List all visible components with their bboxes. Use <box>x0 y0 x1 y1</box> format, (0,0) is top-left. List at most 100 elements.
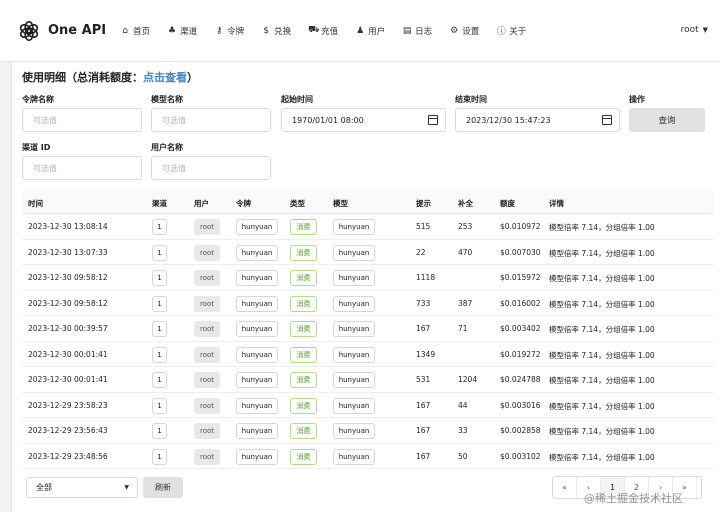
model-name-input[interactable]: 可选值 <box>151 108 271 132</box>
channel-badge: 1 <box>152 448 167 465</box>
column-header-type: 类型 <box>290 199 305 208</box>
channel-id-input[interactable]: 可选值 <box>22 156 142 180</box>
user-icon: ♟ <box>356 25 365 36</box>
nav-item-user[interactable]: ♟ 用户 <box>355 25 385 37</box>
model-badge: hunyuan <box>333 372 375 388</box>
type-badge: 消费 <box>290 270 317 286</box>
nav-item-label: 兑换 <box>274 26 292 37</box>
cell-time: 2023-12-29 23:58:23 <box>28 400 108 410</box>
model-badge: hunyuan <box>333 346 375 363</box>
model-badge: hunyuan <box>333 244 375 261</box>
nav-item-book[interactable]: ▤ 日志 <box>402 25 432 37</box>
cell-quota: $0.003402 <box>500 324 541 333</box>
type-badge: 消费 <box>290 244 317 261</box>
column-header-token: 令牌 <box>236 199 251 208</box>
cell-time: 2023-12-30 00:39:57 <box>28 324 108 333</box>
channel-badge: 1 <box>152 397 167 414</box>
gear-icon: ⚙ <box>450 25 459 36</box>
end-time-label: 结束时间 <box>455 95 487 104</box>
cell-quota: $0.003102 <box>500 451 541 461</box>
table-row: 2023-12-30 00:01:41 1 root hunyuan 消费 hunyuan… <box>22 342 714 367</box>
usage-log-table: 时间 渠道 用户 令牌 类型 模型 提示 补全 额度 详情 2023-12-30 13:08:14… <box>22 190 714 469</box>
username-label: 用户名称 <box>151 143 183 152</box>
nav-item-dollar[interactable]: $ 兑换 <box>261 25 291 37</box>
model-name-label: 模型名称 <box>151 95 183 104</box>
cell-time: 2023-12-30 09:58:12 <box>28 298 108 308</box>
dollar-icon: $ <box>263 25 269 36</box>
nav-item-gear[interactable]: ⚙ 设置 <box>449 25 479 37</box>
cell-time: 2023-12-30 00:01:41 <box>28 375 108 384</box>
channel-badge: 1 <box>152 321 167 337</box>
cell-prompt-tokens: 167 <box>416 324 431 333</box>
user-badge: root <box>194 219 220 235</box>
cell-detail: 模型倍率 7.14，分组倍率 1.00 <box>549 452 655 462</box>
query-button[interactable]: 查询 <box>629 108 705 132</box>
log-type-select[interactable]: 全部 ▼ <box>26 477 138 498</box>
token-badge: hunyuan <box>236 448 278 465</box>
token-badge: hunyuan <box>236 270 278 286</box>
cell-prompt-tokens: 167 <box>416 400 431 410</box>
user-menu[interactable]: root ▼ <box>681 25 708 35</box>
first-page-button[interactable]: « <box>553 477 577 498</box>
nav-item-label: 日志 <box>415 26 433 37</box>
nav-item-key[interactable]: ⚷ 令牌 <box>214 25 244 37</box>
token-badge: hunyuan <box>236 372 278 388</box>
column-header-quota: 额度 <box>500 199 515 208</box>
table-row: 2023-12-30 09:58:12 1 root hunyuan 消费 hunyuan… <box>22 265 714 291</box>
cell-prompt-tokens: 167 <box>416 451 431 461</box>
end-time-input[interactable]: 2023/12/30 15:47:23 <box>455 108 620 132</box>
cell-detail: 模型倍率 7.14，分组倍率 1.00 <box>549 401 655 411</box>
cell-time: 2023-12-30 13:07:33 <box>28 247 108 257</box>
usage-log-card: 使用明细（总消耗额度：点击查看） 令牌名称 可选值 模型名称 可选值 起始时间 … <box>11 62 720 512</box>
nav-item-cart[interactable]: ⛟ 充值 <box>308 25 338 37</box>
calendar-icon[interactable] <box>428 115 438 125</box>
type-badge: 消费 <box>290 397 317 414</box>
nav-item-label: 关于 <box>509 26 527 37</box>
type-badge: 消费 <box>290 321 317 337</box>
view-total-quota-link[interactable]: 点击查看 <box>143 71 187 84</box>
sitemap-icon: ♣ <box>168 25 177 36</box>
token-name-label: 令牌名称 <box>22 95 54 104</box>
key-icon: ⚷ <box>215 25 223 36</box>
model-badge: hunyuan <box>333 448 375 465</box>
table-row: 2023-12-30 13:07:33 1 root hunyuan 消费 hunyuan… <box>22 240 714 265</box>
cell-prompt-tokens: 1349 <box>416 349 436 359</box>
brand[interactable]: One API <box>18 20 106 42</box>
cell-quota: $0.007030 <box>500 247 541 257</box>
table-body: 2023-12-30 13:08:14 1 root hunyuan 消费 hunyuan… <box>22 214 714 469</box>
model-badge: hunyuan <box>333 270 375 286</box>
start-time-input[interactable]: 1970/01/01 08:00 <box>281 108 446 132</box>
username-input[interactable]: 可选值 <box>151 156 271 180</box>
model-badge: hunyuan <box>333 423 375 439</box>
cell-completion-tokens: 50 <box>458 451 468 461</box>
cell-detail: 模型倍率 7.14，分组倍率 1.00 <box>549 350 655 360</box>
cell-time: 2023-12-30 13:08:14 <box>28 222 108 231</box>
user-badge: root <box>194 397 220 414</box>
nav-item-home[interactable]: ⌂ 首页 <box>120 25 150 37</box>
info-icon: ⓘ <box>496 27 506 37</box>
user-badge: root <box>194 295 220 312</box>
refresh-button[interactable]: 刷新 <box>143 477 183 498</box>
calendar-icon[interactable] <box>602 115 612 125</box>
end-time-value: 2023/12/30 15:47:23 <box>466 115 551 125</box>
nav-item-label: 用户 <box>368 26 386 37</box>
nav-item-label: 设置 <box>462 26 480 37</box>
cell-detail: 模型倍率 7.14，分组倍率 1.00 <box>549 299 655 309</box>
token-name-input[interactable]: 可选值 <box>22 108 142 132</box>
cell-detail: 模型倍率 7.14，分组倍率 1.00 <box>549 223 655 232</box>
nav-item-info[interactable]: ⓘ 关于 <box>496 24 527 38</box>
cell-prompt-tokens: 22 <box>416 247 426 257</box>
nav-item-sitemap[interactable]: ♣ 渠道 <box>167 25 197 37</box>
user-badge: root <box>194 423 220 439</box>
token-badge: hunyuan <box>236 346 278 363</box>
dropdown-arrow-icon: ▼ <box>124 484 129 491</box>
brand-name: One API <box>48 23 107 38</box>
cell-detail: 模型倍率 7.14，分组倍率 1.00 <box>549 274 655 283</box>
watermark: @稀土掘金技术社区 <box>584 492 683 505</box>
token-badge: hunyuan <box>236 219 278 235</box>
user-badge: root <box>194 244 220 261</box>
table-header: 时间 渠道 用户 令牌 类型 模型 提示 补全 额度 详情 <box>22 190 714 214</box>
cell-detail: 模型倍率 7.14，分组倍率 1.00 <box>549 325 655 334</box>
channel-badge: 1 <box>152 219 167 235</box>
type-badge: 消费 <box>290 423 317 439</box>
